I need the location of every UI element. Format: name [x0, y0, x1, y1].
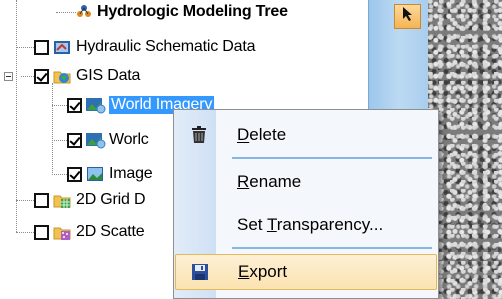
hydraulic-schematic-icon [53, 38, 71, 56]
image-icon [86, 165, 104, 183]
menu-mnemonic: D [237, 125, 250, 144]
grid-folder-icon [53, 191, 71, 209]
menu-item-set-transparency[interactable]: Set Transparency... [175, 208, 437, 242]
visibility-checkbox[interactable] [34, 39, 49, 55]
tree-item-gis-data[interactable]: GIS Data [34, 64, 140, 88]
tree-line [16, 232, 34, 233]
tree-header[interactable]: Hydrologic Modeling Tree [76, 0, 288, 24]
tree-item-world-imagery-2[interactable]: Worlc [67, 128, 149, 152]
menu-mnemonic: T [266, 215, 277, 234]
globe-folder-icon [53, 67, 71, 85]
tree-item-2d-scatter-data[interactable]: 2D Scatte [34, 220, 145, 244]
tree-header-label: Hydrologic Modeling Tree [97, 3, 288, 20]
menu-mnemonic: E [238, 262, 250, 281]
tree-item-label: Hydraulic Schematic Data [76, 38, 256, 55]
visibility-checkbox[interactable] [34, 68, 49, 84]
menu-mnemonic: R [237, 172, 250, 191]
menu-item-label: Export [238, 262, 288, 281]
tree-item-label: 2D Grid D [76, 191, 146, 208]
tree-line [21, 76, 34, 77]
tree-line [56, 12, 76, 13]
tree-line [16, 0, 17, 232]
tree-line [52, 174, 67, 175]
tree-item-label: Image [109, 165, 153, 182]
menu-item-label: Rename [237, 172, 302, 191]
hydrologic-tree-icon [76, 4, 92, 20]
visibility-checkbox[interactable] [67, 132, 82, 148]
floppy-disk-icon [190, 262, 210, 282]
tree-item-image[interactable]: Image [67, 162, 153, 186]
tree-line [52, 140, 67, 141]
visibility-checkbox[interactable] [34, 224, 49, 240]
menu-item-rename[interactable]: Rename [175, 165, 437, 199]
menu-separator [232, 157, 432, 159]
visibility-checkbox[interactable] [34, 192, 49, 208]
world-imagery-icon [86, 131, 106, 149]
tree-line [16, 200, 34, 201]
menu-item-export[interactable]: Export [175, 254, 437, 290]
tree-line [52, 83, 53, 175]
menu-item-label: Set Transparency... [237, 215, 384, 234]
scatter-folder-icon [53, 223, 71, 241]
menu-item-delete[interactable]: Delete [175, 118, 437, 152]
visibility-checkbox[interactable] [67, 166, 82, 182]
tree-line [52, 105, 67, 106]
tree-line [16, 47, 34, 48]
context-menu: Delete Rename Set Transparency... Export [173, 109, 439, 299]
tree-item-label: GIS Data [76, 67, 141, 84]
trash-icon [189, 125, 209, 145]
tree-item-hydraulic-schematic[interactable]: Hydraulic Schematic Data [34, 35, 255, 59]
collapse-toggle[interactable] [4, 72, 13, 81]
visibility-checkbox[interactable] [67, 97, 82, 113]
tree-item-label: 2D Scatte [76, 223, 145, 240]
menu-separator [232, 247, 432, 249]
tree-item-2d-grid-data[interactable]: 2D Grid D [34, 188, 146, 212]
world-imagery-icon [86, 96, 106, 114]
select-tool-button[interactable] [394, 4, 421, 29]
tree-item-label: Worlc [109, 131, 149, 148]
arrow-cursor-icon [401, 6, 415, 27]
menu-item-label: Delete [237, 125, 287, 144]
map-imagery[interactable] [428, 0, 502, 299]
